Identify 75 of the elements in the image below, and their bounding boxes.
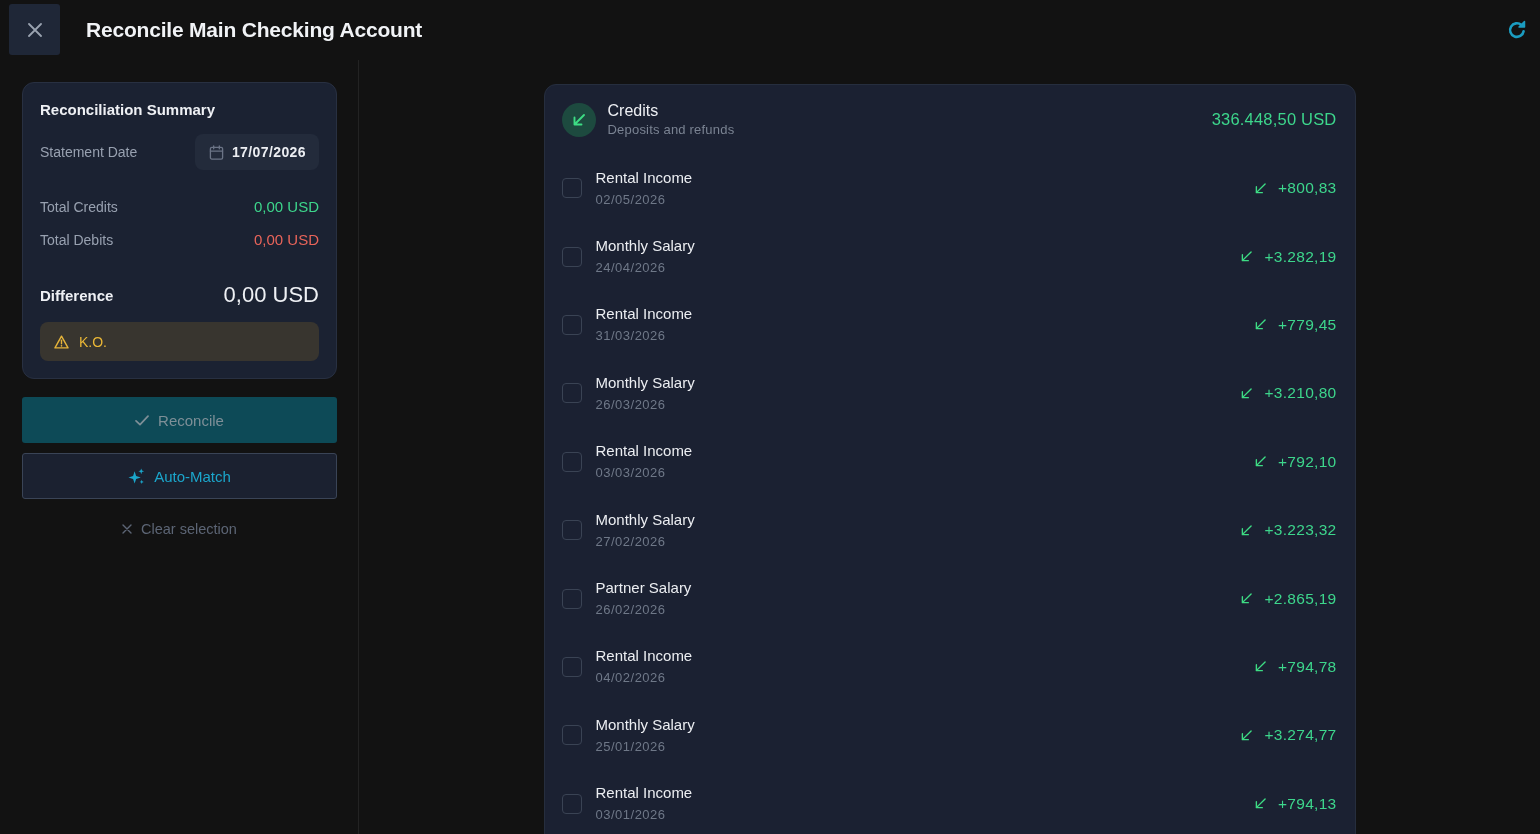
transaction-name: Rental Income (595, 783, 694, 804)
transaction-date: 03/03/2026 (595, 464, 667, 483)
checkbox[interactable] (561, 246, 582, 267)
section-title: Credits (607, 100, 660, 121)
transaction-amount: +794,78 (1277, 657, 1337, 676)
transaction-name: Rental Income (595, 167, 694, 188)
arrow-down-left-icon (1254, 182, 1266, 194)
transaction-name: Rental Income (595, 441, 694, 462)
total-label: Total Debits (40, 231, 114, 250)
checkbox[interactable] (561, 451, 582, 472)
total-value: 0,00 USD (253, 230, 319, 250)
transaction-name: Monthly Salary (595, 714, 696, 735)
close-icon (27, 22, 42, 37)
transaction-amount: +3.282,19 (1264, 247, 1337, 266)
arrow-down-left-icon (1241, 387, 1253, 399)
transaction-name: Rental Income (595, 304, 694, 325)
arrow-badge-icon (561, 102, 596, 137)
checkbox[interactable] (561, 656, 582, 677)
transaction-name: Monthly Salary (595, 372, 696, 393)
checkbox[interactable] (561, 588, 582, 609)
arrow-down-left-icon (1241, 524, 1253, 536)
arrow-down-left-icon (1254, 319, 1266, 331)
checkbox[interactable] (561, 520, 582, 541)
arrow-down-left-icon (1254, 456, 1266, 468)
calendar-icon (208, 144, 224, 160)
section-subtitle: Deposits and refunds (607, 120, 736, 139)
transaction-date: 03/01/2026 (595, 806, 667, 825)
transaction-date: 04/02/2026 (595, 669, 667, 688)
arrow-down-left-icon (1254, 798, 1266, 810)
arrow-down-left-icon (1254, 661, 1266, 673)
transaction-amount: +3.223,32 (1264, 521, 1337, 540)
transaction-amount: +3.210,80 (1264, 384, 1337, 403)
transaction-name: Monthly Salary (595, 236, 696, 257)
transaction-name: Rental Income (595, 646, 694, 667)
transaction-name: Monthly Salary (595, 509, 696, 530)
close-icon (122, 524, 133, 534)
dialog-title: Reconcile Main Checking Account (86, 17, 423, 43)
checkbox[interactable] (561, 725, 582, 746)
total-value: 0,00 USD (253, 197, 319, 217)
transaction-date: 25/01/2026 (595, 737, 667, 756)
difference-value: 0,00 USD (223, 281, 319, 309)
clear-selection-button[interactable]: Clear selection (118, 519, 241, 539)
checkbox[interactable] (561, 178, 582, 199)
warning-icon (54, 334, 69, 349)
arrow-down-left-icon (1241, 251, 1253, 263)
transaction-date: 26/03/2026 (595, 395, 667, 414)
summary-title: Reconciliation Summary (40, 100, 217, 120)
transaction-name: Partner Salary (595, 578, 693, 599)
check-icon (135, 414, 150, 426)
auto-match-button[interactable]: Auto-Match (22, 453, 337, 499)
close-button[interactable] (9, 4, 60, 55)
statement-date-label: Statement Date (40, 143, 138, 162)
transaction-amount: +2.865,19 (1264, 589, 1337, 608)
status-alert: K.O. (40, 322, 319, 361)
total-label: Total Credits (40, 198, 118, 217)
transaction-amount: +3.274,77 (1264, 726, 1337, 745)
checkbox[interactable] (561, 314, 582, 335)
transaction-amount: +800,83 (1277, 179, 1337, 198)
sparkle-icon (128, 467, 146, 485)
transaction-date: 02/05/2026 (595, 190, 667, 209)
arrow-down-left-icon (1241, 593, 1253, 605)
transaction-amount: +794,13 (1277, 794, 1337, 813)
transaction-date: 24/04/2026 (595, 259, 667, 278)
transaction-amount: +792,10 (1277, 452, 1337, 471)
date-field[interactable]: 17/07/2026 (194, 134, 319, 170)
checkbox[interactable] (561, 383, 582, 404)
difference-label: Difference (40, 286, 114, 304)
transaction-date: 31/03/2026 (595, 327, 667, 346)
refresh-icon[interactable] (1507, 20, 1527, 40)
arrow-down-left-icon (1241, 729, 1253, 741)
transaction-amount: +779,45 (1277, 315, 1337, 334)
transaction-date: 27/02/2026 (595, 532, 667, 551)
checkbox[interactable] (561, 793, 582, 814)
section-total: 336.448,50 USD (1211, 110, 1337, 129)
transaction-date: 26/02/2026 (595, 601, 667, 620)
